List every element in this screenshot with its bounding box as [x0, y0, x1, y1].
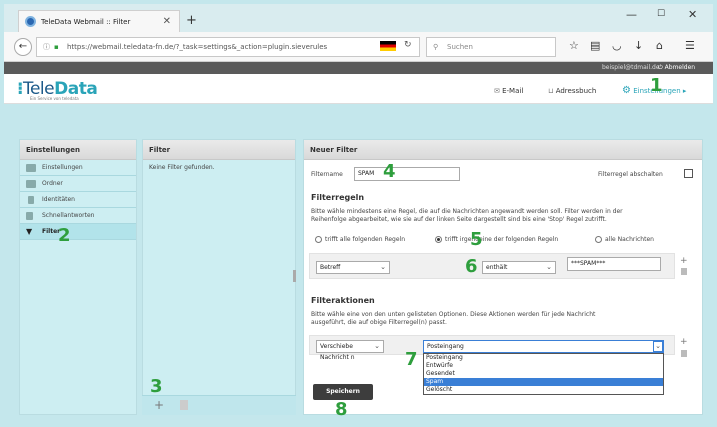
settings-panel: Einstellungen Einstellungen Ordner Ident… — [19, 139, 137, 415]
person-icon — [28, 196, 34, 204]
step-number-2: 2 — [58, 225, 71, 246]
filter-name-label: Filtername — [311, 171, 343, 178]
new-filter-title: Neuer Filter — [304, 140, 702, 160]
folder-option[interactable]: Posteingang — [424, 354, 663, 362]
panel-resize-handle[interactable] — [293, 270, 296, 282]
folder-dropdown-list: Posteingang Entwürfe Gesendet Spam Gelös… — [423, 353, 664, 395]
rules-heading: Filterregeln — [311, 193, 365, 202]
chevron-down-icon: ⌄ — [546, 263, 552, 271]
trash-icon[interactable] — [180, 400, 188, 410]
monitor-icon — [26, 164, 36, 172]
url-text: https://webmail.teledata-fn.de/?_task=se… — [67, 43, 328, 51]
radio-all-rules-label: trifft alle folgenden Regeln — [325, 236, 406, 243]
actions-description-2: ausgeführt, die auf obige Filterregel(n)… — [311, 319, 447, 326]
pocket-icon[interactable]: ◡ — [612, 39, 622, 52]
rules-description-2: Reihenfolge abgearbeitet, wie sie auf de… — [311, 216, 607, 223]
step-number-3: 3 — [150, 376, 163, 397]
radio-any-rule-label: trifft irgendeine der folgenden Regeln — [445, 236, 559, 243]
folder-option-selected[interactable]: Spam — [424, 378, 663, 386]
radio-any-rule[interactable] — [435, 236, 442, 243]
search-placeholder: Suchen — [447, 43, 473, 51]
nav-addressbook[interactable]: ⊔ Adressbuch — [548, 86, 596, 96]
add-action-icon[interactable]: + — [680, 338, 688, 347]
download-icon[interactable]: ↓ — [634, 39, 643, 52]
filter-list-panel: Filter Keine Filter gefunden. — [142, 139, 296, 415]
lock-icon: ▪ — [54, 43, 59, 51]
add-filter-icon[interactable]: + — [154, 398, 164, 412]
reading-list-icon[interactable]: ▤ — [590, 39, 600, 52]
addressbook-icon: ⊔ — [548, 87, 554, 95]
document-icon — [26, 212, 33, 220]
delete-rule-icon[interactable] — [681, 268, 687, 275]
info-icon: ⓘ — [43, 43, 50, 51]
rules-description-1: Bitte wähle mindestens eine Regel, die a… — [311, 208, 623, 215]
webmail-favicon-icon — [25, 16, 36, 27]
app-header — [4, 74, 713, 104]
close-window-icon[interactable]: ✕ — [688, 8, 697, 21]
add-rule-icon[interactable]: + — [680, 257, 688, 266]
user-email: beispiel@tdmail.de — [602, 64, 660, 71]
logo-subtitle: Ein Service von teledata — [30, 96, 79, 101]
search-icon: ⚲ — [433, 43, 439, 51]
nav-email[interactable]: ✉ E-Mail — [494, 86, 523, 96]
action-target-select[interactable]: Posteingang ⌄ — [423, 340, 664, 353]
filter-name-input[interactable]: SPAM — [354, 167, 460, 181]
new-tab-icon[interactable]: + — [186, 13, 197, 28]
maximize-icon[interactable]: ☐ — [657, 9, 665, 19]
sidebar-item-identities[interactable]: Identitäten — [20, 192, 136, 208]
filter-empty-text: Keine Filter gefunden. — [149, 164, 215, 171]
close-tab-icon[interactable]: ✕ — [163, 11, 171, 33]
step-number-1: 1 — [650, 75, 663, 96]
step-number-6: 6 — [465, 256, 478, 277]
sidebar-item-folders[interactable]: Ordner — [20, 176, 136, 192]
filter-panel-title: Filter — [143, 140, 295, 160]
filter-icon: ▼ — [26, 227, 33, 236]
rule-field-select[interactable]: Betreff ⌄ — [316, 261, 390, 274]
step-number-7: 7 — [405, 349, 418, 370]
sidebar-item-settings[interactable]: Einstellungen — [20, 160, 136, 176]
disable-filter-checkbox[interactable] — [684, 169, 693, 178]
bookmark-star-icon[interactable]: ☆ — [569, 39, 579, 52]
gear-icon: ⚙ — [622, 85, 631, 96]
rule-operator-select[interactable]: enthält ⌄ — [482, 261, 556, 274]
url-field[interactable]: ⓘ ▪ https://webmail.teledata-fn.de/?_tas… — [36, 37, 420, 57]
radio-all-rules[interactable] — [315, 236, 322, 243]
home-icon[interactable]: ⌂ — [656, 39, 663, 52]
envelope-icon: ✉ — [494, 87, 500, 95]
chevron-down-icon: ⌄ — [380, 263, 386, 271]
actions-description-1: Bitte wähle eine von den unten gelistete… — [311, 311, 596, 318]
disable-filter-label: Filterregel abschalten — [598, 171, 663, 178]
tab-title: TeleData Webmail :: Filter — [41, 18, 131, 26]
radio-all-messages[interactable] — [595, 236, 602, 243]
chevron-down-icon: ⌄ — [653, 341, 663, 352]
minimize-icon[interactable]: — — [626, 8, 637, 21]
save-button[interactable]: Speichern — [313, 384, 373, 400]
delete-action-icon[interactable] — [681, 350, 687, 357]
step-number-8: 8 — [335, 399, 348, 420]
filter-list-toolbar: + — [142, 395, 296, 415]
back-arrow-icon[interactable]: ← — [14, 38, 32, 56]
sidebar-item-quickreplies[interactable]: Schnellantworten — [20, 208, 136, 224]
sidebar-item-filter[interactable]: ▼ Filter — [20, 224, 136, 240]
folder-option[interactable]: Gesendet — [424, 370, 663, 378]
reload-icon[interactable]: ↻ — [404, 40, 412, 50]
folder-option[interactable]: Entwürfe — [424, 362, 663, 370]
menu-icon[interactable]: ☰ — [685, 39, 695, 52]
user-bar: beispiel@tdmail.de ⏻ Abmelden — [4, 62, 713, 74]
folder-icon — [26, 180, 36, 188]
browser-tab[interactable]: TeleData Webmail :: Filter ✕ — [18, 10, 180, 32]
german-flag-icon — [380, 41, 396, 51]
rule-value-input[interactable]: ***SPAM*** — [567, 257, 661, 271]
step-number-4: 4 — [383, 161, 396, 182]
action-type-select[interactable]: Verschiebe Nachricht n ⌄ — [316, 340, 384, 361]
actions-heading: Filteraktionen — [311, 296, 375, 305]
chevron-down-icon: ⌄ — [374, 342, 380, 350]
radio-all-messages-label: alle Nachrichten — [605, 236, 654, 243]
folder-option[interactable]: Gelöscht — [424, 386, 663, 394]
browser-search-input[interactable]: ⚲ Suchen — [426, 37, 556, 57]
logout-link[interactable]: ⏻ Abmelden — [658, 62, 695, 74]
step-number-5: 5 — [470, 229, 483, 250]
settings-panel-title: Einstellungen — [20, 140, 136, 160]
